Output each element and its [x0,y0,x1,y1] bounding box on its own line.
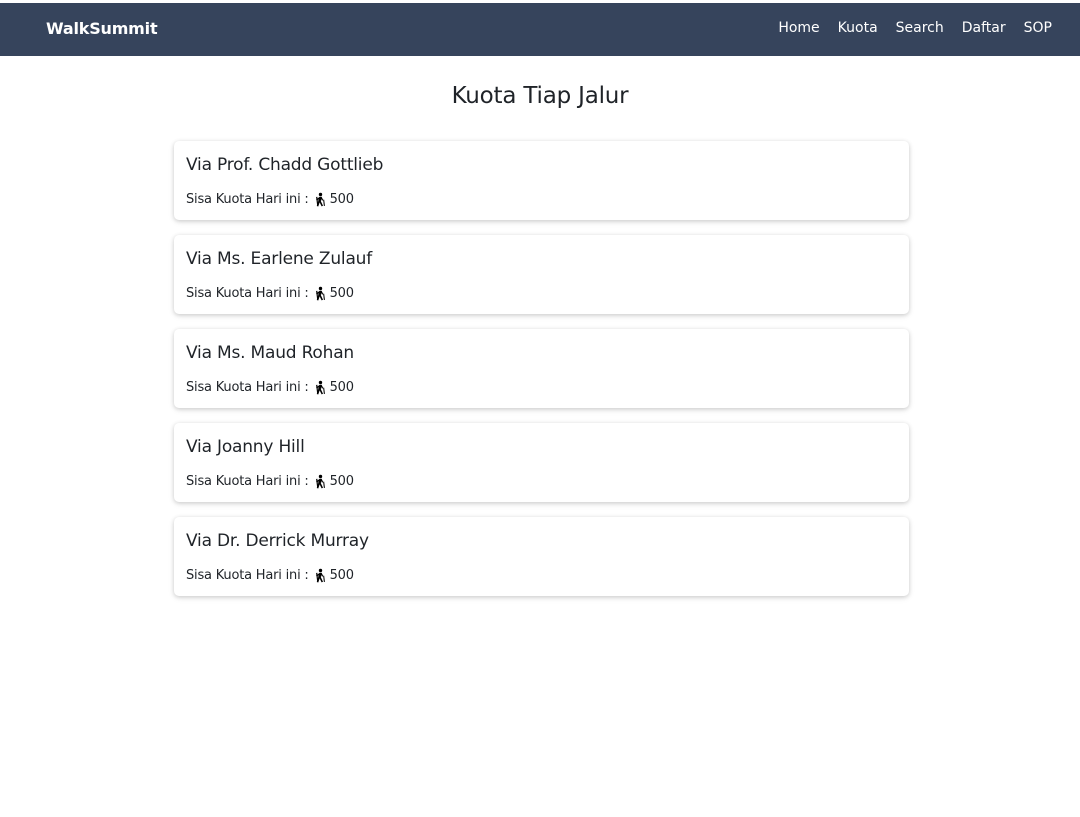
top-navbar: WalkSummit Home Kuota Search Daftar SOP [0,3,1080,56]
route-quota-list: Via Prof. Chadd Gottlieb Sisa Kuota Hari… [174,141,909,611]
nav-link-home[interactable]: Home [778,20,819,36]
quota-row: Sisa Kuota Hari ini : 500 [186,286,354,301]
hiker-icon [315,568,325,583]
quota-label: Sisa Kuota Hari ini : [186,568,309,583]
quota-label: Sisa Kuota Hari ini : [186,286,309,301]
nav-link-kuota[interactable]: Kuota [838,20,878,36]
route-card[interactable]: Via Dr. Derrick Murray Sisa Kuota Hari i… [174,517,909,596]
route-name: Via Prof. Chadd Gottlieb [186,155,384,175]
hiker-icon [315,380,325,395]
route-name: Via Dr. Derrick Murray [186,531,369,551]
brand-logo-link[interactable]: WalkSummit [46,19,158,38]
quota-row: Sisa Kuota Hari ini : 500 [186,192,354,207]
nav-link-search[interactable]: Search [896,20,944,36]
quota-label: Sisa Kuota Hari ini : [186,474,309,489]
hiker-icon [315,474,325,489]
quota-row: Sisa Kuota Hari ini : 500 [186,474,354,489]
route-name: Via Joanny Hill [186,437,305,457]
nav-link-sop[interactable]: SOP [1024,20,1052,36]
quota-value: 500 [329,568,354,583]
quota-label: Sisa Kuota Hari ini : [186,192,309,207]
route-card[interactable]: Via Joanny Hill Sisa Kuota Hari ini : 50… [174,423,909,502]
route-name: Via Ms. Maud Rohan [186,343,355,363]
quota-value: 500 [329,380,354,395]
quota-value: 500 [329,286,354,301]
route-card[interactable]: Via Prof. Chadd Gottlieb Sisa Kuota Hari… [174,141,909,220]
quota-label: Sisa Kuota Hari ini : [186,380,309,395]
hiker-icon [315,192,325,207]
quota-row: Sisa Kuota Hari ini : 500 [186,568,354,583]
nav-link-daftar[interactable]: Daftar [962,20,1006,36]
route-name: Via Ms. Earlene Zulauf [186,249,373,269]
route-card[interactable]: Via Ms. Maud Rohan Sisa Kuota Hari ini :… [174,329,909,408]
quota-value: 500 [329,192,354,207]
route-card[interactable]: Via Ms. Earlene Zulauf Sisa Kuota Hari i… [174,235,909,314]
quota-row: Sisa Kuota Hari ini : 500 [186,380,354,395]
main-navigation: Home Kuota Search Daftar SOP [778,20,1052,36]
page-title: Kuota Tiap Jalur [451,83,629,109]
quota-value: 500 [329,474,354,489]
hiker-icon [315,286,325,301]
